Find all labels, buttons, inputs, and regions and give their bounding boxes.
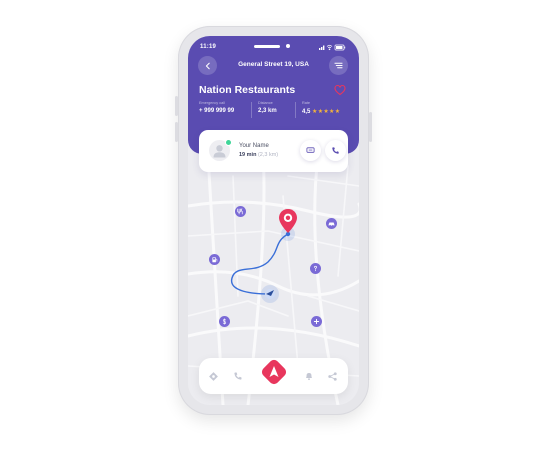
speaker-notch xyxy=(254,45,280,48)
divider xyxy=(295,102,296,118)
volume-button xyxy=(175,96,178,116)
eta-distance: (2,3 km) xyxy=(257,152,279,158)
info-label: Rate xyxy=(302,101,311,105)
info-emergency: Emergency call + 999 999 99 xyxy=(199,101,234,114)
driver-eta: 19 min (2,3 km) xyxy=(239,152,278,158)
info-label: Emergency call xyxy=(199,101,225,105)
car-icon[interactable] xyxy=(326,218,337,229)
chevron-left-icon xyxy=(205,62,210,69)
online-status-dot xyxy=(225,139,232,146)
status-bar: 11:19 xyxy=(188,36,359,56)
question-icon[interactable] xyxy=(310,263,321,274)
info-value[interactable]: + 999 999 99 xyxy=(199,108,234,114)
status-time: 11:19 xyxy=(200,44,217,50)
plus-icon[interactable] xyxy=(311,316,322,327)
info-rate: Rate 4,5 ★★★★★ xyxy=(302,101,340,115)
ticket-icon[interactable] xyxy=(207,370,219,382)
heart-icon[interactable] xyxy=(334,84,346,96)
navigation-button[interactable] xyxy=(258,356,290,388)
destination-pin-icon[interactable] xyxy=(278,208,298,235)
back-button[interactable] xyxy=(198,56,217,75)
chat-button[interactable] xyxy=(300,140,321,161)
bottom-nav xyxy=(199,358,348,394)
power-button xyxy=(369,112,372,142)
status-icons xyxy=(319,44,346,51)
info-label: Distance xyxy=(258,101,273,105)
dollar-icon[interactable] xyxy=(219,316,230,327)
call-button[interactable] xyxy=(325,140,346,161)
info-value: 4,5 ★★★★★ xyxy=(302,108,340,115)
eta-time: 19 min xyxy=(239,152,257,158)
info-distance: Distance 2,3 km xyxy=(258,101,277,114)
info-value: 2,3 km xyxy=(258,108,277,114)
restaurant-icon[interactable] xyxy=(235,206,246,217)
restaurant-title: Nation Restaurants xyxy=(199,84,296,96)
divider xyxy=(251,102,252,118)
driver-card: Your Name 19 min (2,3 km) xyxy=(199,130,348,172)
phone-icon xyxy=(332,147,339,154)
phone-icon[interactable] xyxy=(232,370,244,382)
fuel-icon[interactable] xyxy=(209,254,220,265)
address-title: General Street 19, USA xyxy=(238,61,309,68)
camera-dot xyxy=(286,44,290,48)
driver-name: Your Name xyxy=(239,143,269,149)
screen: 11:19 General Street 19, USA Nation Rest… xyxy=(188,36,359,405)
volume-button xyxy=(175,122,178,142)
filter-icon xyxy=(334,62,343,69)
chat-icon xyxy=(306,147,315,153)
rate-value: 4,5 xyxy=(302,109,311,115)
filter-menu-button[interactable] xyxy=(329,56,348,75)
bell-icon[interactable] xyxy=(303,370,315,382)
share-icon[interactable] xyxy=(326,370,338,382)
star-rating-icon: ★★★★★ xyxy=(312,109,341,115)
